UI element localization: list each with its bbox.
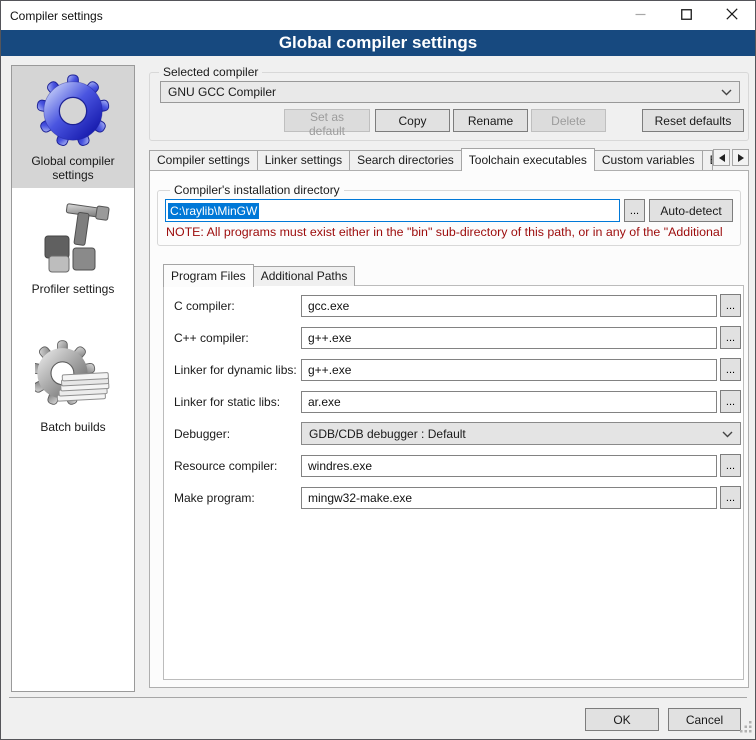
c-compiler-input[interactable] [301, 295, 717, 317]
static-linker-row: Linker for static libs: ... [174, 390, 741, 413]
maximize-button[interactable] [663, 1, 709, 30]
tab-search-directories[interactable]: Search directories [349, 150, 462, 170]
browse-c-compiler-button[interactable]: ... [720, 294, 741, 317]
tab-custom-variables[interactable]: Custom variables [594, 150, 703, 170]
sidebar-item-label: Global compiler settings [14, 154, 132, 182]
tab-linker-settings[interactable]: Linker settings [257, 150, 350, 170]
browse-dynamic-linker-button[interactable]: ... [720, 358, 741, 381]
selected-compiler-value: GNU GCC Compiler [168, 85, 721, 99]
installation-directory-input[interactable]: C:\raylib\MinGW [165, 199, 620, 222]
maximize-icon [681, 9, 692, 23]
tab-program-files[interactable]: Program Files [163, 264, 254, 287]
triangle-right-icon [738, 150, 744, 165]
selected-compiler-dropdown[interactable]: GNU GCC Compiler [160, 81, 740, 103]
reset-defaults-button[interactable]: Reset defaults [642, 109, 744, 132]
debugger-row: Debugger: GDB/CDB debugger : Default [174, 422, 741, 445]
rename-button[interactable]: Rename [453, 109, 528, 132]
make-program-input[interactable] [301, 487, 717, 509]
selected-compiler-group: Selected compiler GNU GCC Compiler Set a… [149, 65, 749, 141]
debugger-label: Debugger: [174, 427, 301, 441]
selected-compiler-group-label: Selected compiler [159, 65, 262, 79]
resize-grip-icon[interactable] [740, 721, 752, 736]
debugger-dropdown[interactable]: GDB/CDB debugger : Default [301, 422, 741, 445]
browse-cpp-compiler-button[interactable]: ... [720, 326, 741, 349]
delete-button: Delete [531, 109, 606, 132]
cancel-button[interactable]: Cancel [668, 708, 741, 731]
ok-button[interactable]: OK [585, 708, 659, 731]
sidebar-item-global-compiler-settings[interactable]: Global compiler settings [12, 66, 134, 188]
tab-toolchain-executables[interactable]: Toolchain executables [461, 148, 595, 171]
c-compiler-label: C compiler: [174, 299, 301, 313]
tab-scroll-left-button[interactable] [713, 149, 730, 166]
tab-scroll-arrows [713, 149, 749, 166]
note-text: NOTE: All programs must exist either in … [166, 225, 732, 239]
tab-compiler-settings[interactable]: Compiler settings [149, 150, 258, 170]
resource-compiler-input[interactable] [301, 455, 717, 477]
dynamic-linker-row: Linker for dynamic libs: ... [174, 358, 741, 381]
caption-buttons [617, 1, 755, 30]
cpp-compiler-input[interactable] [301, 327, 717, 349]
chevron-down-icon [722, 427, 733, 441]
blue-gear-icon [36, 74, 110, 151]
close-icon [726, 8, 738, 23]
cpp-compiler-label: C++ compiler: [174, 331, 301, 345]
titlebar: Compiler settings [1, 1, 755, 30]
program-files-tab-bar: Program Files Additional Paths [163, 264, 748, 286]
tab-additional-paths[interactable]: Additional Paths [253, 266, 356, 286]
compiler-settings-dialog: Compiler settings Global compiler settin… [0, 0, 756, 740]
profiler-caliper-icon [35, 200, 111, 279]
window-title: Compiler settings [1, 9, 103, 23]
dynamic-linker-input[interactable] [301, 359, 717, 381]
close-button[interactable] [709, 1, 755, 30]
resource-compiler-row: Resource compiler: ... [174, 454, 741, 477]
browse-resource-compiler-button[interactable]: ... [720, 454, 741, 477]
installation-directory-row: C:\raylib\MinGW ... Auto-detect [165, 199, 733, 222]
toolchain-executables-page: Compiler's installation directory C:\ray… [149, 170, 749, 688]
installation-directory-group-label: Compiler's installation directory [170, 183, 344, 197]
static-linker-label: Linker for static libs: [174, 395, 301, 409]
sidebar-item-batch-builds[interactable]: Batch builds [12, 330, 134, 440]
page-title: Global compiler settings [1, 30, 755, 56]
triangle-left-icon [719, 150, 725, 165]
debugger-value: GDB/CDB debugger : Default [309, 427, 722, 441]
minimize-icon [635, 9, 646, 23]
sidebar-item-label: Profiler settings [32, 282, 115, 296]
auto-detect-button[interactable]: Auto-detect [649, 199, 733, 222]
sidebar-item-label: Batch builds [40, 420, 105, 434]
batch-builds-gear-stack-icon [35, 338, 111, 417]
make-program-label: Make program: [174, 491, 301, 505]
footer-divider [9, 697, 747, 698]
tab-scroll-right-button[interactable] [732, 149, 749, 166]
c-compiler-row: C compiler: ... [174, 294, 741, 317]
sidebar-item-profiler-settings[interactable]: Profiler settings [12, 188, 134, 302]
browse-static-linker-button[interactable]: ... [720, 390, 741, 413]
program-files-page: C compiler: ... C++ compiler: ... Linker… [163, 285, 744, 680]
settings-tab-bar: Compiler settings Linker settings Search… [149, 147, 749, 170]
set-as-default-button: Set as default [284, 109, 370, 132]
compiler-actions-row: Set as default Copy Rename Delete Reset … [154, 109, 744, 132]
copy-button[interactable]: Copy [375, 109, 450, 132]
browse-directory-button[interactable]: ... [624, 199, 645, 222]
settings-category-sidebar: Global compiler settings [11, 65, 135, 692]
main-content: Selected compiler GNU GCC Compiler Set a… [149, 57, 749, 688]
dialog-footer: OK Cancel [585, 708, 741, 731]
browse-make-program-button[interactable]: ... [720, 486, 741, 509]
tab-build-options[interactable]: Builc [702, 150, 713, 170]
installation-directory-selected-text: C:\raylib\MinGW [168, 203, 259, 219]
installation-directory-group: Compiler's installation directory C:\ray… [157, 183, 741, 246]
dynamic-linker-label: Linker for dynamic libs: [174, 363, 301, 377]
minimize-button[interactable] [617, 1, 663, 30]
cpp-compiler-row: C++ compiler: ... [174, 326, 741, 349]
static-linker-input[interactable] [301, 391, 717, 413]
chevron-down-icon [721, 85, 732, 99]
make-program-row: Make program: ... [174, 486, 741, 509]
resource-compiler-label: Resource compiler: [174, 459, 301, 473]
